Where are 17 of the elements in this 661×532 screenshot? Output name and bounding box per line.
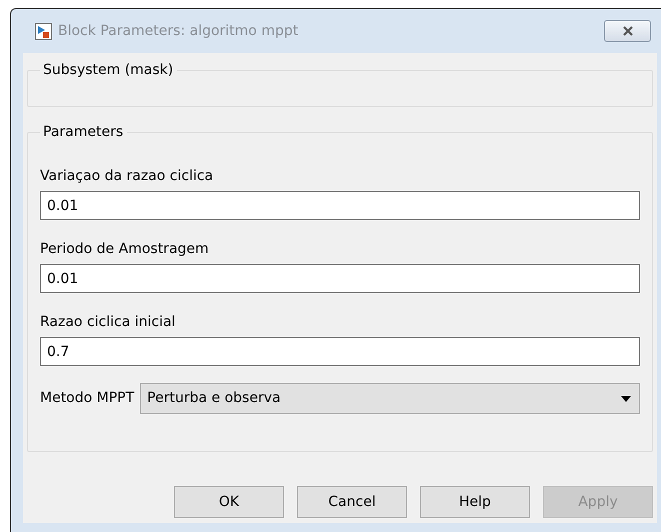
input-field[interactable]: 0.01 [40, 191, 640, 220]
block-icon [35, 22, 52, 40]
field-label: Periodo de Amostragem [40, 240, 210, 258]
caret-icon [621, 396, 631, 402]
dialog-button[interactable]: OK [174, 486, 284, 518]
dialog-button[interactable]: Cancel [297, 486, 407, 518]
dropdown[interactable]: Perturba e observa [140, 383, 640, 414]
group-title: Subsystem (mask) [40, 61, 178, 79]
close-button[interactable] [604, 20, 651, 42]
field-label: Razao ciclica inicial [40, 313, 176, 331]
close-icon [622, 26, 634, 36]
window-title: Block Parameters: algoritmo mppt [58, 22, 298, 40]
field-label: Metodo MPPT [40, 389, 134, 408]
input-field[interactable]: 0.7 [40, 337, 640, 366]
field-label: Variaçao da razao ciclica [40, 167, 214, 185]
dialog-button[interactable]: Help [420, 486, 530, 518]
input-field[interactable]: 0.01 [40, 264, 640, 293]
